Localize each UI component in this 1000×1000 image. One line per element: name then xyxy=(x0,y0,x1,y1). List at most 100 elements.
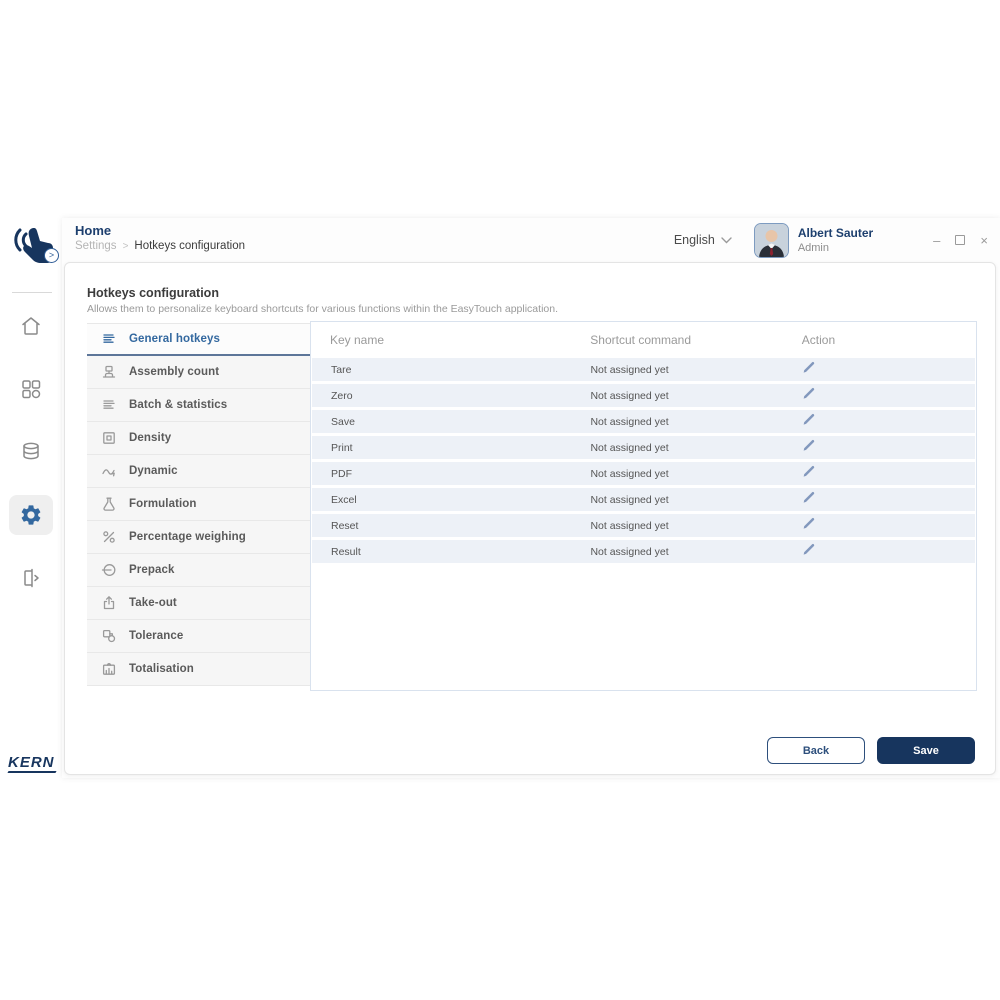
table-row: Result Not assigned yet xyxy=(312,540,975,563)
edit-hotkey-button[interactable] xyxy=(801,413,819,429)
table-rows: Tare Not assigned yet Zero Not assigned … xyxy=(311,358,976,563)
row-shortcut-command: Not assigned yet xyxy=(590,546,789,558)
menu-item-label: General hotkeys xyxy=(129,333,220,345)
menu-item-label: Totalisation xyxy=(129,663,194,675)
menu-item-prepack[interactable]: Prepack xyxy=(87,554,310,587)
menu-item-label: Dynamic xyxy=(129,465,178,477)
breadcrumb: Settings > Hotkeys configuration xyxy=(75,240,245,252)
rail-item-apps-grid[interactable] xyxy=(9,369,53,409)
pencil-icon xyxy=(801,464,816,482)
minimize-button[interactable]: – xyxy=(933,234,940,247)
window-header: Home Settings > Hotkeys configuration En… xyxy=(62,218,1000,262)
menu-item-formulation[interactable]: Formulation xyxy=(87,488,310,521)
table-row: Zero Not assigned yet xyxy=(312,384,975,407)
row-shortcut-command: Not assigned yet xyxy=(590,494,789,506)
page-title: Hotkeys configuration xyxy=(87,286,219,300)
row-shortcut-command: Not assigned yet xyxy=(590,442,789,454)
menu-item-label: Prepack xyxy=(129,564,174,576)
hotkeys-category-menu: General hotkeys Assembly count Batch & s… xyxy=(87,323,310,686)
easytouch-logo-icon xyxy=(6,218,56,274)
kern-logo[interactable]: KERN xyxy=(8,754,56,773)
row-key-name: Reset xyxy=(312,520,590,532)
language-label: English xyxy=(674,233,715,247)
menu-item-assembly-count[interactable]: Assembly count xyxy=(87,356,310,389)
row-key-name: Tare xyxy=(312,364,590,376)
breadcrumb-separator: > xyxy=(123,241,129,252)
menu-item-density[interactable]: Density xyxy=(87,422,310,455)
breadcrumb-parent[interactable]: Settings xyxy=(75,240,117,252)
menu-item-dynamic[interactable]: Dynamic xyxy=(87,455,310,488)
row-key-name: Print xyxy=(312,442,590,454)
row-shortcut-command: Not assigned yet xyxy=(590,520,789,532)
formulation-icon xyxy=(101,496,117,512)
menu-item-label: Density xyxy=(129,432,171,444)
menu-item-label: Take-out xyxy=(129,597,177,609)
menu-item-batch-statistics[interactable]: Batch & statistics xyxy=(87,389,310,422)
menu-item-general-hotkeys[interactable]: General hotkeys xyxy=(87,323,310,356)
breadcrumb-current: Hotkeys configuration xyxy=(134,240,245,252)
prepack-icon xyxy=(101,562,117,578)
menu-item-percentage-weighing[interactable]: Percentage weighing xyxy=(87,521,310,554)
pencil-icon xyxy=(801,412,816,430)
pencil-icon xyxy=(801,490,816,508)
home-icon xyxy=(19,314,43,338)
save-button[interactable]: Save xyxy=(877,737,975,764)
pencil-icon xyxy=(801,516,816,534)
pencil-icon xyxy=(801,360,816,378)
menu-item-label: Percentage weighing xyxy=(129,531,246,543)
table-row: Excel Not assigned yet xyxy=(312,488,975,511)
user-block: Albert Sauter Admin xyxy=(798,226,873,254)
totalisation-icon xyxy=(101,661,117,677)
batch-stats-icon xyxy=(101,397,117,413)
percent-icon xyxy=(101,529,117,545)
table-row: Print Not assigned yet xyxy=(312,436,975,459)
sidebar-collapse-button[interactable]: > xyxy=(44,248,59,263)
tolerance-icon xyxy=(101,628,117,644)
avatar[interactable] xyxy=(754,223,789,258)
rail-divider xyxy=(12,292,52,293)
column-header-shortcut-command: Shortcut command xyxy=(590,333,790,347)
table-row: Reset Not assigned yet xyxy=(312,514,975,537)
rail-item-logout[interactable] xyxy=(9,558,53,598)
edit-hotkey-button[interactable] xyxy=(801,517,819,533)
rail-item-database[interactable] xyxy=(9,432,53,472)
language-selector[interactable]: English xyxy=(674,233,732,247)
column-header-key-name: Key name xyxy=(311,333,590,347)
close-button[interactable]: × xyxy=(980,234,988,247)
list-lines-icon xyxy=(101,331,117,347)
menu-item-tolerance[interactable]: Tolerance xyxy=(87,620,310,653)
table-row: PDF Not assigned yet xyxy=(312,462,975,485)
user-name: Albert Sauter xyxy=(798,226,873,240)
maximize-button[interactable] xyxy=(955,235,965,245)
window-controls: – × xyxy=(933,234,988,247)
edit-hotkey-button[interactable] xyxy=(801,543,819,559)
left-rail: > KERN xyxy=(0,210,62,785)
pencil-icon xyxy=(801,438,816,456)
edit-hotkey-button[interactable] xyxy=(801,491,819,507)
edit-hotkey-button[interactable] xyxy=(801,439,819,455)
dynamic-icon xyxy=(101,463,117,479)
edit-hotkey-button[interactable] xyxy=(801,361,819,377)
row-key-name: PDF xyxy=(312,468,590,480)
row-key-name: Excel xyxy=(312,494,590,506)
row-key-name: Result xyxy=(312,546,590,558)
logout-icon xyxy=(19,566,43,590)
apps-grid-icon xyxy=(19,377,43,401)
menu-item-take-out[interactable]: Take-out xyxy=(87,587,310,620)
rail-nav xyxy=(0,306,62,598)
density-icon xyxy=(101,430,117,446)
rail-item-home[interactable] xyxy=(9,306,53,346)
table-row: Tare Not assigned yet xyxy=(312,358,975,381)
content-panel: Hotkeys configuration Allows them to per… xyxy=(64,262,996,775)
edit-hotkey-button[interactable] xyxy=(801,387,819,403)
row-shortcut-command: Not assigned yet xyxy=(590,390,789,402)
rail-item-gear[interactable] xyxy=(9,495,53,535)
page-subtitle: Allows them to personalize keyboard shor… xyxy=(87,303,558,315)
edit-hotkey-button[interactable] xyxy=(801,465,819,481)
row-key-name: Zero xyxy=(312,390,590,402)
kern-logo-text: KERN xyxy=(8,754,55,771)
table-row: Save Not assigned yet xyxy=(312,410,975,433)
back-button[interactable]: Back xyxy=(767,737,865,764)
menu-item-totalisation[interactable]: Totalisation xyxy=(87,653,310,686)
app-window: Home Settings > Hotkeys configuration En… xyxy=(62,218,1000,778)
